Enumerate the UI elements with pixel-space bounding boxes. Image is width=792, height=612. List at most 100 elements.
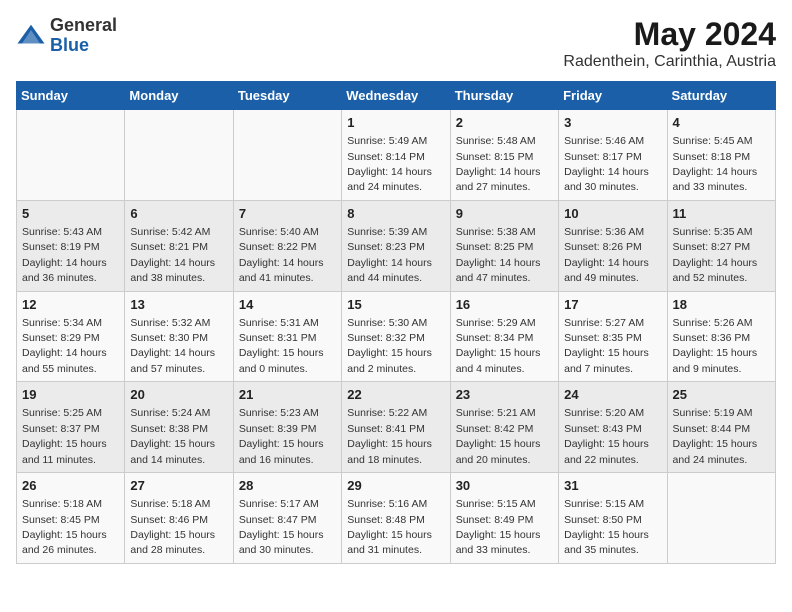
day-number: 7 [239,205,336,223]
calendar-header: SundayMondayTuesdayWednesdayThursdayFrid… [17,82,776,110]
day-info: Sunrise: 5:43 AM Sunset: 8:19 PM Dayligh… [22,226,107,284]
calendar-cell: 30 Sunrise: 5:15 AM Sunset: 8:49 PM Dayli… [450,473,558,564]
sub-title: Radenthein, Carinthia, Austria [563,53,776,71]
day-number: 5 [22,205,119,223]
day-info: Sunrise: 5:46 AM Sunset: 8:17 PM Dayligh… [564,135,649,193]
day-info: Sunrise: 5:48 AM Sunset: 8:15 PM Dayligh… [456,135,541,193]
day-info: Sunrise: 5:22 AM Sunset: 8:41 PM Dayligh… [347,407,432,465]
day-number: 13 [130,296,227,314]
calendar-cell: 7 Sunrise: 5:40 AM Sunset: 8:22 PM Daylig… [233,200,341,291]
day-info: Sunrise: 5:34 AM Sunset: 8:29 PM Dayligh… [22,317,107,375]
calendar-cell: 1Sunrise: 5:49 AM Sunset: 8:14 PM Daylig… [342,110,450,201]
weekday-header-thursday: Thursday [450,82,558,110]
day-number: 3 [564,114,661,132]
day-info: Sunrise: 5:19 AM Sunset: 8:44 PM Dayligh… [673,407,758,465]
day-info: Sunrise: 5:23 AM Sunset: 8:39 PM Dayligh… [239,407,324,465]
day-number: 24 [564,386,661,404]
day-number: 31 [564,477,661,495]
weekday-header-friday: Friday [559,82,667,110]
day-number: 30 [456,477,553,495]
calendar-cell: 4Sunrise: 5:45 AM Sunset: 8:18 PM Daylig… [667,110,775,201]
day-info: Sunrise: 5:30 AM Sunset: 8:32 PM Dayligh… [347,317,432,375]
calendar-cell: 29Sunrise: 5:16 AM Sunset: 8:48 PM Dayli… [342,473,450,564]
day-number: 22 [347,386,444,404]
calendar-cell: 14 Sunrise: 5:31 AM Sunset: 8:31 PM Dayli… [233,291,341,382]
calendar-table: SundayMondayTuesdayWednesdayThursdayFrid… [16,81,776,564]
day-info: Sunrise: 5:42 AM Sunset: 8:21 PM Dayligh… [130,226,215,284]
day-info: Sunrise: 5:40 AM Sunset: 8:22 PM Dayligh… [239,226,324,284]
calendar-cell [17,110,125,201]
weekday-header-wednesday: Wednesday [342,82,450,110]
day-number: 28 [239,477,336,495]
week-row-2: 5 Sunrise: 5:43 AM Sunset: 8:19 PM Daylig… [17,200,776,291]
logo-blue-label: Blue [50,36,117,56]
calendar-cell: 25 Sunrise: 5:19 AM Sunset: 8:44 PM Dayli… [667,382,775,473]
day-number: 11 [673,205,770,223]
weekday-header-sunday: Sunday [17,82,125,110]
calendar-cell: 16 Sunrise: 5:29 AM Sunset: 8:34 PM Dayli… [450,291,558,382]
day-number: 20 [130,386,227,404]
day-info: Sunrise: 5:26 AM Sunset: 8:36 PM Dayligh… [673,317,758,375]
day-info: Sunrise: 5:25 AM Sunset: 8:37 PM Dayligh… [22,407,107,465]
day-number: 19 [22,386,119,404]
day-number: 16 [456,296,553,314]
calendar-cell: 8 Sunrise: 5:39 AM Sunset: 8:23 PM Daylig… [342,200,450,291]
day-number: 8 [347,205,444,223]
day-info: Sunrise: 5:18 AM Sunset: 8:45 PM Dayligh… [22,498,107,556]
day-info: Sunrise: 5:49 AM Sunset: 8:14 PM Dayligh… [347,135,432,193]
calendar-cell: 12 Sunrise: 5:34 AM Sunset: 8:29 PM Dayli… [17,291,125,382]
week-row-5: 26 Sunrise: 5:18 AM Sunset: 8:45 PM Dayli… [17,473,776,564]
day-info: Sunrise: 5:15 AM Sunset: 8:49 PM Dayligh… [456,498,541,556]
day-number: 14 [239,296,336,314]
main-title: May 2024 [563,16,776,53]
day-info: Sunrise: 5:35 AM Sunset: 8:27 PM Dayligh… [673,226,758,284]
calendar-cell: 10Sunrise: 5:36 AM Sunset: 8:26 PM Dayli… [559,200,667,291]
calendar-cell: 18 Sunrise: 5:26 AM Sunset: 8:36 PM Dayli… [667,291,775,382]
calendar-cell [125,110,233,201]
logo-general-label: General [50,16,117,36]
title-area: May 2024 Radenthein, Carinthia, Austria [563,16,776,71]
day-number: 18 [673,296,770,314]
day-info: Sunrise: 5:27 AM Sunset: 8:35 PM Dayligh… [564,317,649,375]
day-number: 26 [22,477,119,495]
calendar-cell: 15 Sunrise: 5:30 AM Sunset: 8:32 PM Dayli… [342,291,450,382]
calendar-cell [233,110,341,201]
day-number: 6 [130,205,227,223]
day-number: 17 [564,296,661,314]
day-info: Sunrise: 5:38 AM Sunset: 8:25 PM Dayligh… [456,226,541,284]
day-number: 12 [22,296,119,314]
week-row-3: 12 Sunrise: 5:34 AM Sunset: 8:29 PM Dayli… [17,291,776,382]
calendar-cell: 21Sunrise: 5:23 AM Sunset: 8:39 PM Dayli… [233,382,341,473]
day-info: Sunrise: 5:29 AM Sunset: 8:34 PM Dayligh… [456,317,541,375]
calendar-cell: 22 Sunrise: 5:22 AM Sunset: 8:41 PM Dayli… [342,382,450,473]
logo: General Blue [16,16,117,56]
calendar-cell: 2Sunrise: 5:48 AM Sunset: 8:15 PM Daylig… [450,110,558,201]
day-info: Sunrise: 5:39 AM Sunset: 8:23 PM Dayligh… [347,226,432,284]
weekday-header-monday: Monday [125,82,233,110]
calendar-cell: 3 Sunrise: 5:46 AM Sunset: 8:17 PM Daylig… [559,110,667,201]
header-row: SundayMondayTuesdayWednesdayThursdayFrid… [17,82,776,110]
day-info: Sunrise: 5:24 AM Sunset: 8:38 PM Dayligh… [130,407,215,465]
calendar-cell: 6 Sunrise: 5:42 AM Sunset: 8:21 PM Daylig… [125,200,233,291]
day-info: Sunrise: 5:18 AM Sunset: 8:46 PM Dayligh… [130,498,215,556]
logo-icon [16,21,46,51]
day-info: Sunrise: 5:36 AM Sunset: 8:26 PM Dayligh… [564,226,649,284]
calendar-cell: 28Sunrise: 5:17 AM Sunset: 8:47 PM Dayli… [233,473,341,564]
header: General Blue May 2024 Radenthein, Carint… [16,16,776,71]
day-number: 29 [347,477,444,495]
day-info: Sunrise: 5:45 AM Sunset: 8:18 PM Dayligh… [673,135,758,193]
day-info: Sunrise: 5:20 AM Sunset: 8:43 PM Dayligh… [564,407,649,465]
day-number: 27 [130,477,227,495]
day-info: Sunrise: 5:31 AM Sunset: 8:31 PM Dayligh… [239,317,324,375]
day-number: 15 [347,296,444,314]
day-number: 25 [673,386,770,404]
calendar-cell: 23Sunrise: 5:21 AM Sunset: 8:42 PM Dayli… [450,382,558,473]
calendar-cell: 20 Sunrise: 5:24 AM Sunset: 8:38 PM Dayli… [125,382,233,473]
calendar-cell: 17 Sunrise: 5:27 AM Sunset: 8:35 PM Dayli… [559,291,667,382]
calendar-cell: 27 Sunrise: 5:18 AM Sunset: 8:46 PM Dayli… [125,473,233,564]
day-number: 9 [456,205,553,223]
week-row-4: 19 Sunrise: 5:25 AM Sunset: 8:37 PM Dayli… [17,382,776,473]
day-info: Sunrise: 5:32 AM Sunset: 8:30 PM Dayligh… [130,317,215,375]
calendar-cell: 31Sunrise: 5:15 AM Sunset: 8:50 PM Dayli… [559,473,667,564]
weekday-header-tuesday: Tuesday [233,82,341,110]
